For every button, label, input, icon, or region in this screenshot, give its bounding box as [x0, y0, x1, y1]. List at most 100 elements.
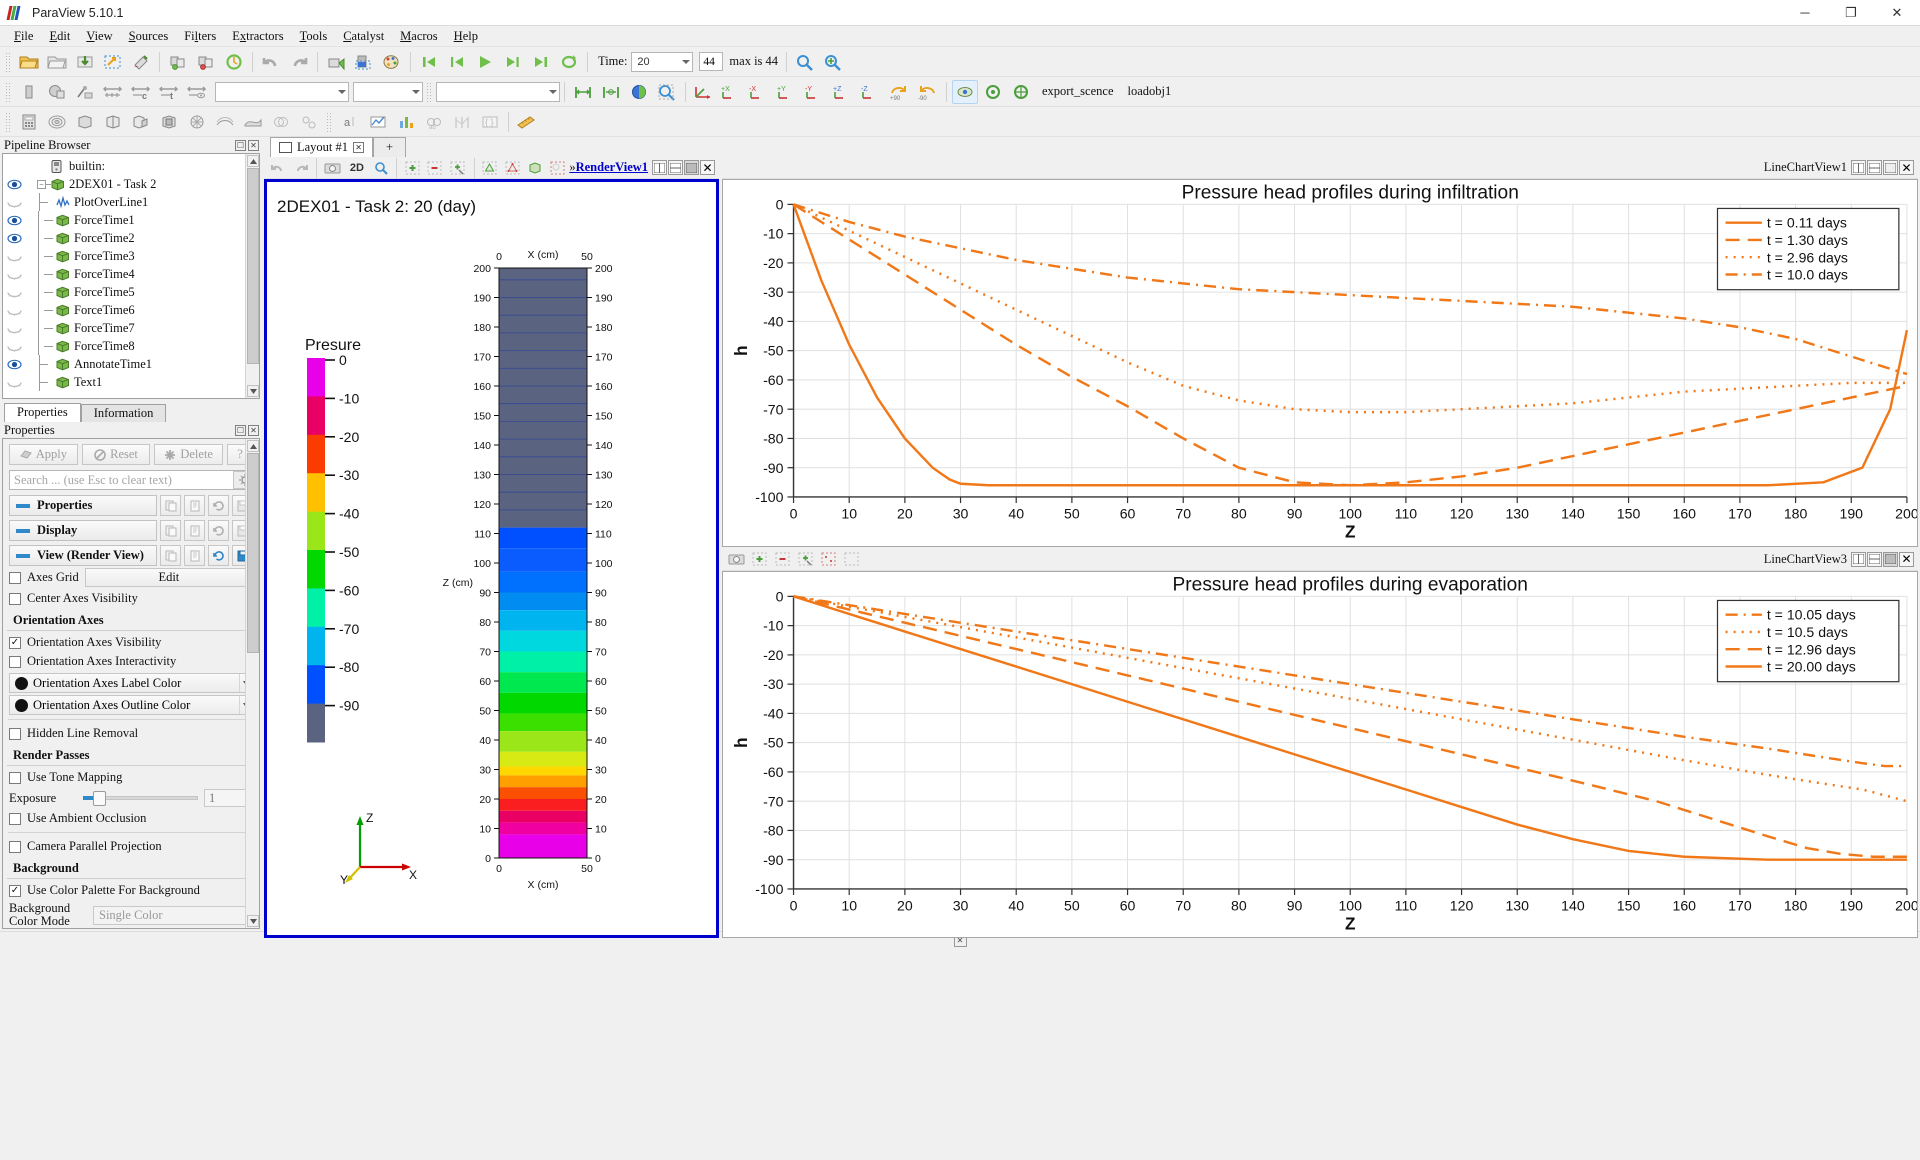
properties-float-icon[interactable]: ☐ — [235, 424, 246, 436]
paste-properties-icon[interactable] — [184, 495, 205, 516]
menu-tools[interactable]: Tools — [292, 27, 336, 46]
chart1-split-horizontal-icon[interactable] — [1851, 160, 1866, 175]
programmable-filter-icon[interactable]: { } — [477, 110, 503, 134]
chart2-split-horizontal-icon[interactable] — [1851, 551, 1866, 567]
split-horizontal-icon[interactable] — [652, 160, 668, 175]
connect-icon[interactable] — [165, 50, 191, 74]
chart1-maximize-icon[interactable] — [1883, 160, 1898, 175]
interactive-select-cells-icon[interactable] — [480, 158, 501, 177]
visibility-toggle-icon[interactable] — [3, 233, 25, 244]
rescale-to-data-range-icon[interactable] — [570, 80, 596, 104]
interactive-select-points-icon[interactable] — [502, 158, 523, 177]
orientation-axes-visibility-checkbox[interactable]: ✓ — [9, 636, 21, 649]
orientation-axes-interactivity-checkbox[interactable] — [9, 655, 21, 668]
zoom-closest-icon[interactable] — [820, 50, 846, 74]
select-cells-icon[interactable] — [402, 158, 423, 177]
save-state-icon[interactable] — [128, 50, 154, 74]
edit-color-palette-icon[interactable] — [379, 50, 405, 74]
menu-sources[interactable]: Sources — [121, 27, 177, 46]
frame-index-input[interactable]: 44 — [699, 52, 724, 71]
visibility-toggle-icon[interactable] — [3, 287, 25, 298]
menu-catalyst[interactable]: Catalyst — [335, 27, 392, 46]
menu-edit[interactable]: Edit — [41, 27, 78, 46]
scale-by-c-icon[interactable]: c — [128, 80, 154, 104]
toolbar-grip-2[interactable] — [5, 81, 12, 102]
restore-defaults-icon[interactable] — [208, 495, 229, 516]
save-screenshot-icon[interactable] — [100, 50, 126, 74]
camera-icon[interactable] — [322, 158, 343, 177]
menu-file[interactable]: File — [6, 27, 41, 46]
menu-filters[interactable]: Filters — [176, 27, 224, 46]
pipeline-browser[interactable]: builtin: −2DEX01 - Task 2 PlotOverLine1 For… — [2, 153, 260, 399]
split-vertical-icon[interactable] — [668, 160, 684, 175]
contour-filter-icon[interactable] — [44, 110, 70, 134]
use-color-palette-checkbox[interactable]: ✓ — [9, 884, 21, 897]
rotate-90-cw-icon[interactable]: -90 — [915, 80, 941, 104]
zoom-to-data-icon[interactable] — [792, 50, 818, 74]
menu-extractors[interactable]: Extractors — [224, 27, 291, 46]
select-zoom-icon[interactable] — [371, 158, 392, 177]
redo-camera-icon[interactable] — [291, 158, 312, 177]
chart1-split-vertical-icon[interactable] — [1867, 160, 1882, 175]
recent-files-icon[interactable] — [44, 50, 70, 74]
copy-properties-icon[interactable] — [160, 495, 181, 516]
group-display[interactable]: Display — [9, 520, 253, 541]
reset-center-icon[interactable] — [980, 80, 1006, 104]
pipeline-item-forcetime8[interactable]: ForceTime8 — [3, 337, 259, 355]
undo-camera-icon[interactable] — [268, 158, 289, 177]
group-view-render-view[interactable]: View (Render View) — [9, 545, 253, 566]
plot-data-icon[interactable] — [365, 110, 391, 134]
menu-help[interactable]: Help — [446, 27, 486, 46]
chart2-camera-icon[interactable] — [726, 550, 747, 569]
threshold-filter-icon[interactable] — [128, 110, 154, 134]
pipeline-item-2dex01-task-2[interactable]: −2DEX01 - Task 2 — [3, 175, 259, 193]
ruler-icon[interactable] — [514, 110, 540, 134]
maximize-view-icon[interactable] — [684, 160, 700, 175]
show-color-legend-icon[interactable] — [654, 80, 680, 104]
camera-undo-icon[interactable] — [323, 50, 349, 74]
loop-icon[interactable] — [556, 50, 582, 74]
toggle-2d-3d-button[interactable]: 2D — [345, 158, 369, 177]
rotate-90-ccw-icon[interactable]: +90 — [887, 80, 913, 104]
maximize-button[interactable]: ❐ — [1828, 0, 1874, 26]
pipeline-item-forcetime4[interactable]: ForceTime4 — [3, 265, 259, 283]
chart2-select-cells-icon[interactable] — [749, 550, 770, 569]
next-frame-icon[interactable] — [500, 50, 526, 74]
select-points-icon[interactable] — [425, 158, 446, 177]
use-tone-mapping-checkbox[interactable] — [9, 771, 21, 784]
save-data-icon[interactable] — [72, 50, 98, 74]
menu-view[interactable]: View — [78, 27, 120, 46]
chart2-close-icon[interactable]: ✕ — [1899, 551, 1914, 567]
pipeline-item-forcetime6[interactable]: ForceTime6 — [3, 301, 259, 319]
component-selector-combo[interactable] — [353, 81, 423, 102]
color-map-editor-icon[interactable] — [351, 50, 377, 74]
visibility-toggle-icon[interactable] — [3, 305, 25, 316]
scroll-down-icon[interactable] — [247, 915, 259, 927]
slice-filter-icon[interactable] — [100, 110, 126, 134]
pipeline-float-icon[interactable]: ☐ — [235, 139, 246, 151]
macro-loadobj1[interactable]: loadobj1 — [1121, 82, 1179, 101]
chart2-clear-selection-icon[interactable] — [818, 550, 839, 569]
last-frame-icon[interactable] — [528, 50, 554, 74]
tab-properties[interactable]: Properties — [4, 403, 81, 422]
chart2-select-points-icon[interactable] — [772, 550, 793, 569]
chart2-maximize-icon[interactable] — [1883, 551, 1898, 567]
pipeline-item-forcetime7[interactable]: ForceTime7 — [3, 319, 259, 337]
paste-display-icon[interactable] — [184, 520, 205, 541]
pipeline-item-forcetime2[interactable]: ForceTime2 — [3, 229, 259, 247]
reset-session-icon[interactable] — [221, 50, 247, 74]
pipeline-close-icon[interactable]: ✕ — [248, 139, 259, 151]
copy-display-icon[interactable] — [160, 520, 181, 541]
layout-tab-1[interactable]: Layout #1 ✕ — [270, 137, 374, 157]
pipeline-scrollbar[interactable] — [245, 154, 259, 398]
pipeline-item-forcetime5[interactable]: ForceTime5 — [3, 283, 259, 301]
warp-icon[interactable] — [240, 110, 266, 134]
toolbar-grip-3[interactable] — [426, 81, 433, 102]
group-properties[interactable]: Properties — [9, 495, 253, 516]
bar-chart-icon[interactable] — [393, 110, 419, 134]
pipeline-item-plotoverline1[interactable]: PlotOverLine1 — [3, 193, 259, 211]
chart1-close-icon[interactable]: ✕ — [1899, 160, 1914, 175]
add-layout-tab[interactable]: + — [373, 137, 407, 157]
select-cells-through-icon[interactable] — [448, 158, 469, 177]
macro-export-scence[interactable]: export_scence — [1035, 82, 1121, 101]
